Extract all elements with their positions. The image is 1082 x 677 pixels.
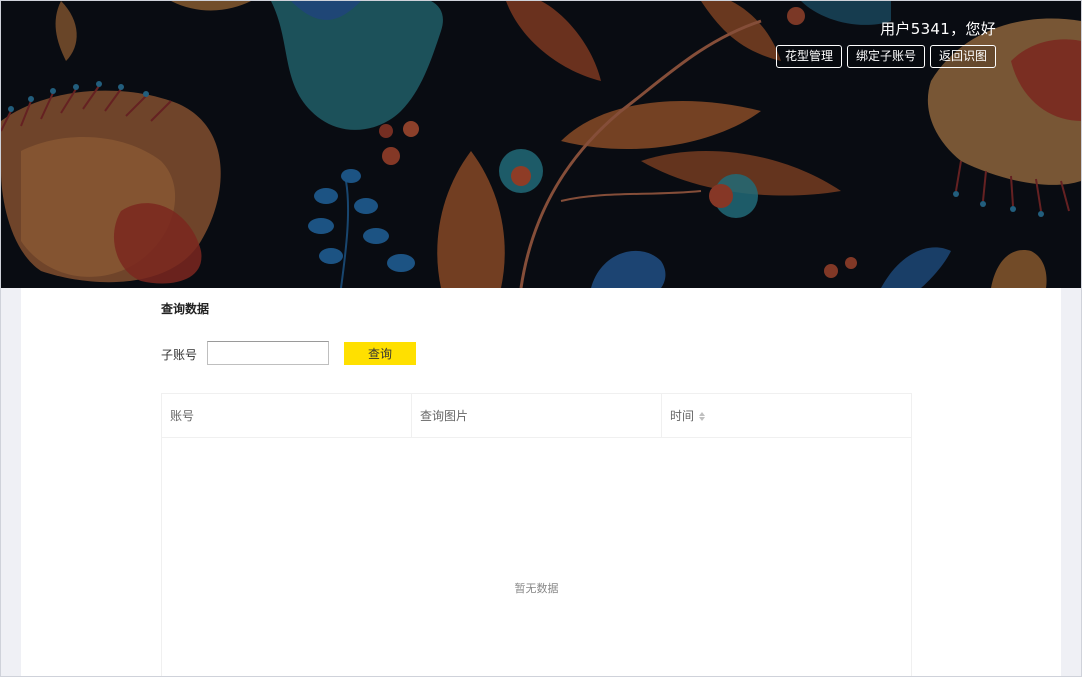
user-greeting: 用户5341，您好 (880, 20, 996, 38)
column-header-time-label: 时间 (670, 409, 695, 423)
sort-icon[interactable] (699, 411, 706, 421)
header-banner: 用户5341，您好 花型管理 绑定子账号 返回识图 (1, 1, 1081, 288)
subaccount-label: 子账号 (161, 348, 198, 362)
column-header-query-image: 查询图片 (412, 394, 662, 438)
table-header: 账号 查询图片 时间 (162, 394, 911, 438)
header-actions: 花型管理 绑定子账号 返回识图 (775, 45, 996, 68)
query-panel: 查询数据 子账号 查询 账号 查询图片 时间 暂无数据 (21, 288, 1061, 677)
query-button[interactable]: 查询 (344, 342, 416, 365)
results-table: 账号 查询图片 时间 暂无数据 (161, 393, 912, 677)
pattern-management-button[interactable]: 花型管理 (775, 45, 842, 68)
sort-descending-icon[interactable] (699, 416, 706, 421)
empty-state-text: 暂无数据 (514, 582, 559, 595)
column-header-account-label: 账号 (170, 409, 195, 423)
subaccount-input[interactable] (207, 341, 329, 365)
column-header-account: 账号 (162, 394, 412, 438)
column-header-time[interactable]: 时间 (662, 394, 911, 438)
section-title: 查询数据 (161, 302, 210, 316)
bind-subaccount-button[interactable]: 绑定子账号 (846, 45, 925, 68)
sort-ascending-icon[interactable] (699, 411, 706, 416)
column-header-query-image-label: 查询图片 (420, 409, 469, 423)
back-to-image-search-button[interactable]: 返回识图 (929, 45, 996, 68)
